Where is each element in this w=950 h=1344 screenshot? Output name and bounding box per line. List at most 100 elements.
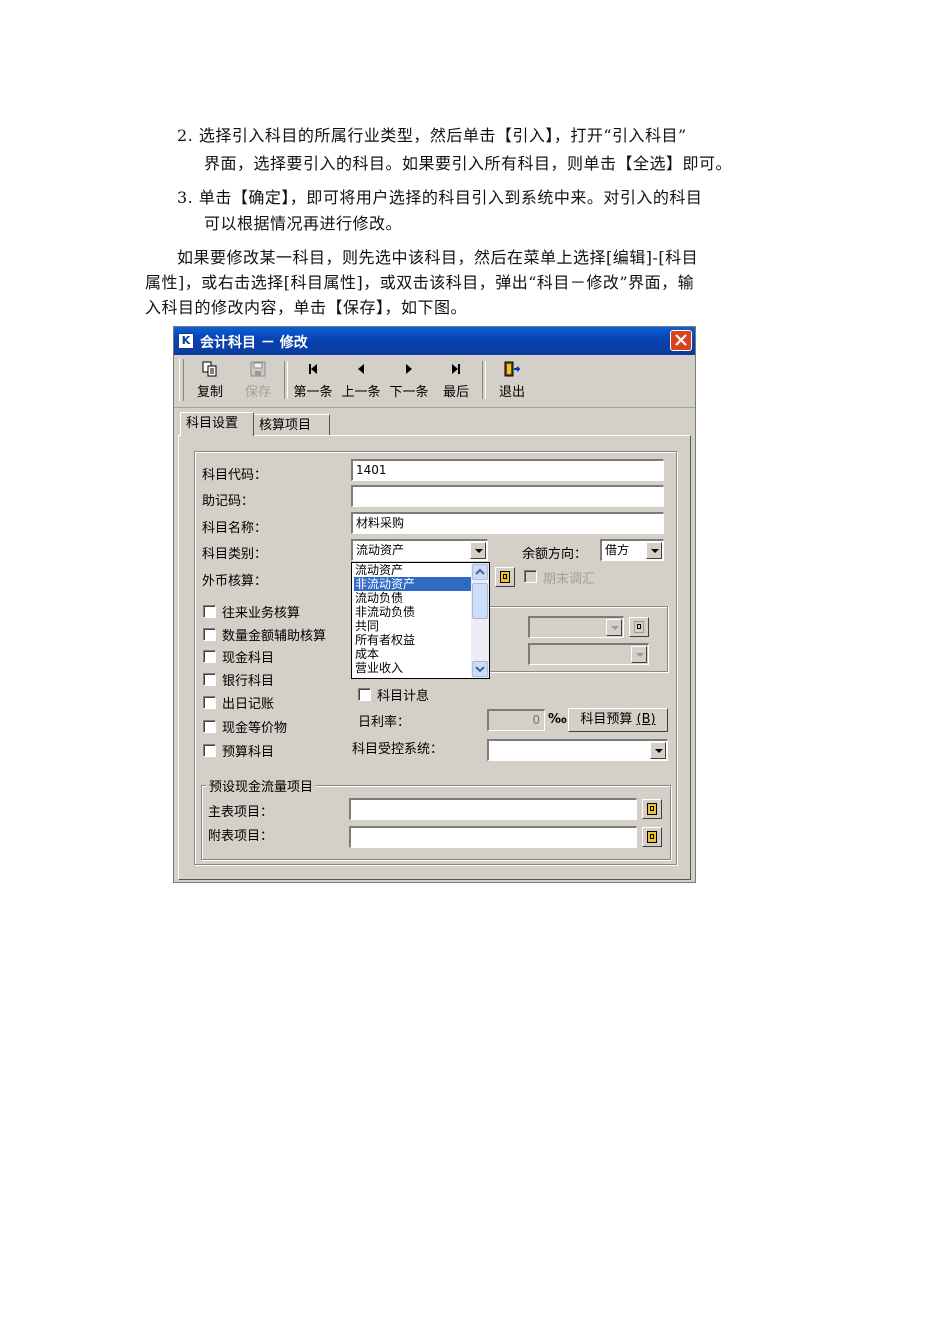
copy-button[interactable]: 复制: [190, 359, 230, 403]
previous-icon: [358, 364, 364, 374]
checkbox-quantity-amount[interactable]: [203, 628, 216, 641]
main-item-lookup-button[interactable]: [642, 799, 662, 819]
chevron-down-icon: [475, 666, 485, 673]
accounting-select-1[interactable]: [528, 616, 624, 638]
category-option[interactable]: 共同: [354, 619, 471, 633]
sub-item-field[interactable]: [349, 826, 637, 848]
last-record-icon: [452, 364, 460, 374]
previous-record-button[interactable]: 上一条: [338, 359, 384, 403]
subject-category-dropdown[interactable]: 流动资产 非流动资产 流动负债 非流动负债 共同 所有者权益 成本 营业收入: [351, 562, 490, 679]
category-option-selected[interactable]: 非流动资产: [354, 577, 471, 591]
first-record-icon: [309, 364, 317, 374]
subject-category-select[interactable]: 流动资产: [351, 539, 488, 561]
checkbox-cash-subject[interactable]: [203, 650, 216, 663]
main-item-field[interactable]: [349, 798, 637, 820]
title-bar[interactable]: K 会计科目 － 修改: [174, 327, 695, 355]
cashflow-group-title: 预设现金流量项目: [206, 776, 317, 795]
close-icon: [675, 334, 687, 346]
accounting-select-2[interactable]: [528, 643, 649, 665]
toolbar-grip[interactable]: [179, 359, 184, 401]
checkbox-label: 银行科目: [222, 674, 275, 689]
step-2-line-1: 2. 选择引入科目的所属行业类型，然后单击【引入】，打开“引入科目”: [177, 126, 687, 145]
dialog-title: 会计科目 － 修改: [200, 335, 308, 351]
save-button[interactable]: 保存: [238, 359, 278, 403]
save-label: 保存: [244, 385, 271, 400]
checkbox-cash-equivalent[interactable]: [203, 720, 216, 733]
per-mille-unit: ‰: [548, 712, 567, 727]
chevron-down-icon[interactable]: [650, 742, 666, 759]
dropdown-scrollbar[interactable]: [471, 563, 489, 678]
copy-label: 复制: [196, 385, 223, 400]
category-option[interactable]: 非流动负债: [354, 605, 471, 619]
foreign-currency-label: 外币核算：: [202, 574, 268, 589]
scroll-down-button[interactable]: [472, 661, 488, 677]
balance-direction-select[interactable]: 借方: [600, 539, 664, 561]
category-option[interactable]: 成本: [354, 647, 471, 661]
chevron-down-icon[interactable]: [646, 542, 662, 559]
toolbar-separator: [482, 361, 486, 399]
first-record-label: 第一条: [293, 385, 333, 400]
previous-record-label: 上一条: [341, 385, 381, 400]
scroll-up-button[interactable]: [472, 564, 488, 580]
interest-checkbox[interactable]: [358, 688, 371, 701]
period-end-adjust-checkbox[interactable]: [524, 570, 537, 583]
mnemonic-field[interactable]: [351, 485, 664, 507]
subject-budget-label: 科目预算: [580, 712, 633, 727]
subject-category-label: 科目类别：: [202, 547, 268, 562]
paragraph-line-1: 如果要修改某一科目，则先选中该科目，然后在菜单上选择[编辑]-[科目: [177, 248, 699, 267]
scroll-thumb[interactable]: [472, 583, 488, 619]
save-icon: [250, 361, 266, 377]
checkbox-label: 数量金额辅助核算: [222, 629, 327, 644]
sub-item-label: 附表项目：: [208, 829, 274, 844]
tab-subject-settings[interactable]: 科目设置: [180, 412, 254, 436]
category-option[interactable]: 所有者权益: [354, 633, 471, 647]
lookup-icon: [634, 621, 644, 633]
last-record-label: 最后: [442, 385, 469, 400]
category-option[interactable]: 流动资产: [354, 563, 471, 577]
daily-rate-field[interactable]: 0: [487, 709, 545, 731]
category-option[interactable]: 流动负债: [354, 591, 471, 605]
checkbox-label: 现金科目: [222, 651, 275, 666]
main-item-label: 主表项目：: [208, 805, 274, 820]
cashflow-group: [201, 785, 671, 860]
checkbox-label: 现金等价物: [222, 721, 288, 736]
accounting-lookup-button[interactable]: [629, 617, 649, 637]
mnemonic-label: 助记码：: [202, 494, 255, 509]
sub-item-lookup-button[interactable]: [642, 827, 662, 847]
close-button[interactable]: [670, 330, 692, 351]
period-end-adjust-label: 期末调汇: [543, 572, 596, 587]
chevron-down-icon[interactable]: [631, 646, 647, 663]
subject-budget-button[interactable]: 科目预算 (B): [568, 708, 668, 732]
checkbox-bank-subject[interactable]: [203, 673, 216, 686]
toolbar-separator: [284, 361, 288, 399]
subject-edit-dialog: K 会计科目 － 修改 复制 保存 第一条 上一条 下一条 最后 退出 科目设置…: [173, 326, 696, 883]
next-record-button[interactable]: 下一条: [386, 359, 432, 403]
next-record-label: 下一条: [389, 385, 429, 400]
checkbox-contact-business[interactable]: [203, 605, 216, 618]
daily-rate-label: 日利率：: [358, 715, 411, 730]
currency-lookup-button[interactable]: [495, 567, 515, 587]
chevron-down-icon[interactable]: [606, 619, 622, 636]
toolbar: 复制 保存 第一条 上一条 下一条 最后 退出: [174, 355, 695, 408]
app-logo-icon: K: [178, 333, 194, 349]
last-record-button[interactable]: 最后: [436, 359, 476, 403]
control-system-select[interactable]: [487, 739, 668, 761]
subject-name-label: 科目名称：: [202, 521, 268, 536]
tab-accounting-items[interactable]: 核算项目: [254, 414, 330, 436]
step-3-line-1: 3. 单击【确定】，即可将用户选择的科目引入到系统中来。对引入的科目: [177, 188, 703, 207]
category-option[interactable]: 营业收入: [354, 661, 471, 675]
chevron-down-icon[interactable]: [470, 542, 486, 559]
exit-button[interactable]: 退出: [492, 359, 532, 403]
subject-code-label: 科目代码：: [202, 468, 268, 483]
subject-budget-hotkey: (B): [636, 712, 656, 727]
first-record-button[interactable]: 第一条: [290, 359, 336, 403]
next-icon: [406, 364, 412, 374]
checkbox-budget-subject[interactable]: [203, 744, 216, 757]
balance-direction-label: 余额方向：: [522, 547, 588, 562]
balance-direction-value: 借方: [605, 543, 630, 557]
subject-name-field[interactable]: 材料采购: [351, 512, 664, 534]
paragraph-line-2: 属性]，或右击选择[科目属性]，或双击该科目，弹出“科目－修改”界面，输: [145, 273, 695, 292]
checkbox-daily-journal[interactable]: [203, 696, 216, 709]
interest-label: 科目计息: [377, 689, 430, 704]
subject-code-field[interactable]: 1401: [351, 459, 664, 481]
